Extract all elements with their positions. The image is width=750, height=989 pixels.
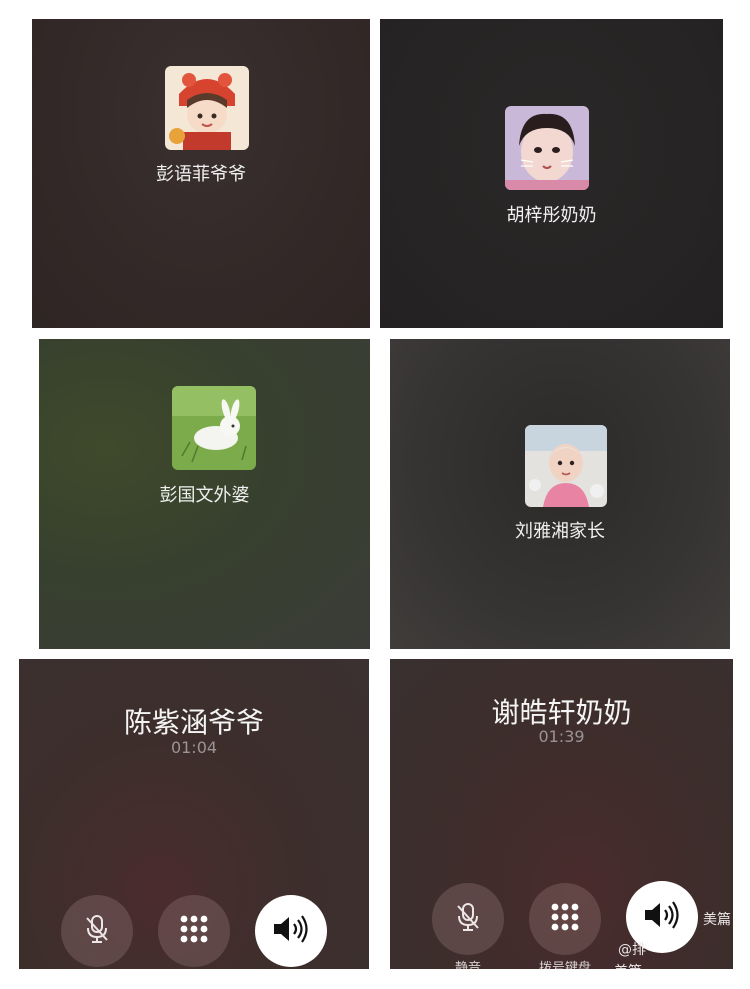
- keypad-icon: [550, 902, 580, 936]
- contact-name: 陈紫涵爷爷: [123, 706, 264, 739]
- call-panel-4: 刘雅湘家长: [390, 339, 730, 649]
- contact-avatar: [505, 106, 589, 190]
- call-panel-2: 胡梓彤奶奶: [380, 19, 723, 328]
- contact-name: 胡梓彤奶奶: [506, 205, 597, 226]
- speaker-icon: [642, 900, 682, 934]
- contact-avatar: [165, 66, 249, 150]
- watermark-brand: 美篇: [703, 912, 731, 928]
- call-timer: 01:04: [170, 738, 218, 757]
- call-panel-1: 彭语菲爷爷: [32, 19, 370, 328]
- mute-label: 静音: [454, 961, 481, 969]
- mute-button[interactable]: [432, 883, 504, 955]
- contact-name: 谢皓轩奶奶: [491, 696, 632, 729]
- contact-name: 彭国文外婆: [159, 485, 250, 506]
- watermark-line1: @排: [618, 942, 646, 958]
- call-panel-5: 陈紫涵爷爷 01:04: [19, 659, 369, 969]
- microphone-off-icon: [83, 914, 111, 948]
- call-panel-3: 彭国文外婆: [39, 339, 370, 649]
- contact-name: 刘雅湘家长: [515, 521, 605, 542]
- microphone-off-icon: [454, 902, 482, 936]
- keypad-label: 拨号键盘: [538, 961, 591, 969]
- call-panel-6: 谢皓轩奶奶 01:39 静音 拨号键盘 美篇 @排: [390, 659, 733, 969]
- mute-button[interactable]: [61, 895, 133, 967]
- keypad-button[interactable]: [158, 895, 230, 967]
- contact-name: 彭语菲爷爷: [156, 164, 246, 185]
- contact-avatar: [172, 386, 256, 470]
- watermark-line2: 美篇: [614, 961, 642, 969]
- call-timer: 01:39: [538, 727, 585, 746]
- keypad-button[interactable]: [529, 883, 601, 955]
- speaker-icon: [271, 914, 311, 948]
- keypad-icon: [179, 914, 209, 948]
- contact-avatar: [525, 425, 607, 507]
- speaker-button[interactable]: [255, 895, 327, 967]
